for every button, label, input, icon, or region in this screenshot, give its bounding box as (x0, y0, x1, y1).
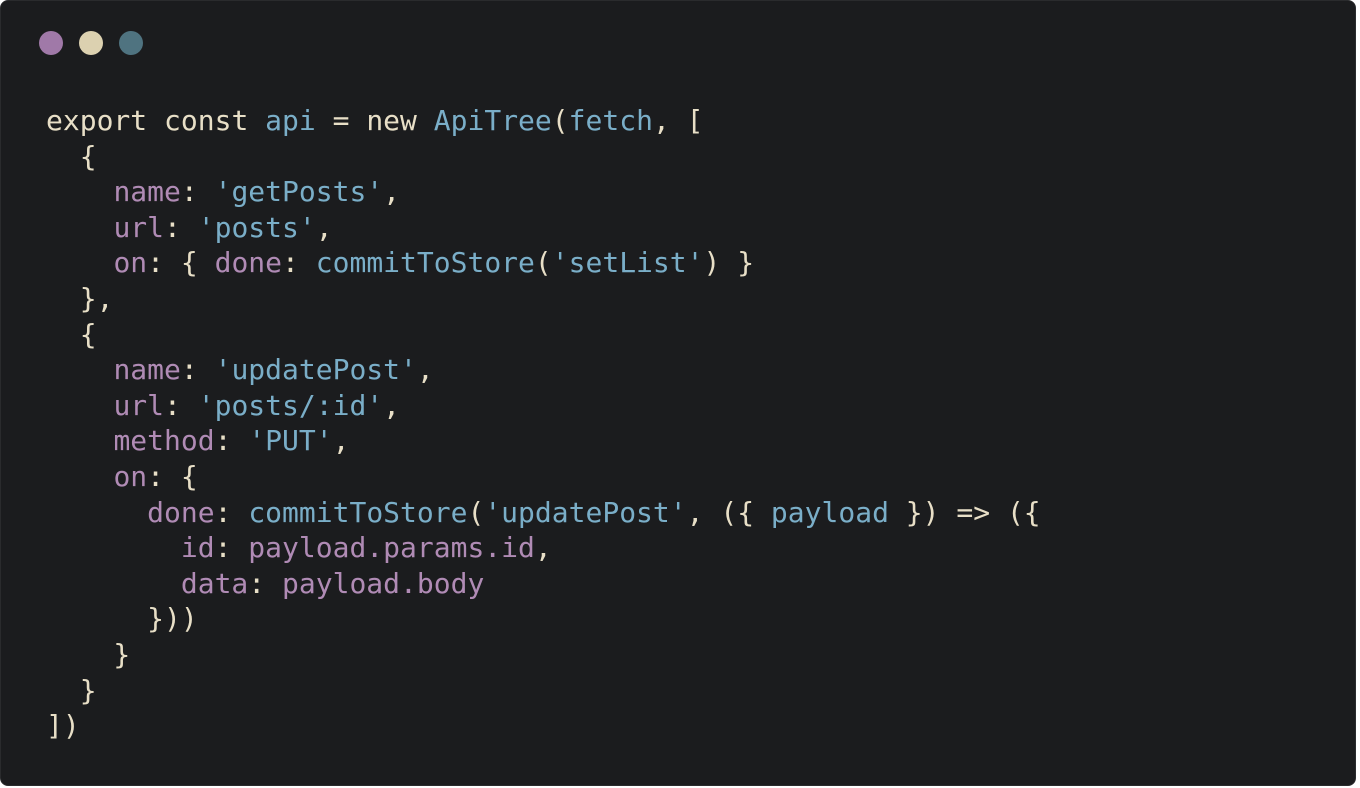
window-controls (39, 31, 143, 55)
code-token: , (416, 353, 434, 387)
code-token: on (113, 246, 148, 280)
code-line: on: { (46, 459, 1041, 495)
code-line: id: payload.params.id, (46, 530, 1041, 566)
code-token: 'updatePost' (214, 353, 417, 387)
code-token: , (315, 210, 333, 244)
code-token: : (214, 531, 249, 565)
code-token: id (180, 531, 215, 565)
code-token: ) } (703, 246, 755, 280)
code-token: fetch (568, 104, 653, 137)
code-token: 'posts' (197, 210, 316, 244)
code-line: }, (46, 281, 1041, 317)
code-token: : (214, 495, 249, 529)
code-token: done (147, 495, 215, 529)
code-token: } (46, 673, 97, 707)
code-token: : (180, 175, 215, 209)
code-token: : (164, 388, 198, 422)
code-token: } (46, 637, 131, 671)
code-line: ]) (46, 708, 1041, 744)
code-line: export const api = new ApiTree(fetch, [ (46, 103, 1041, 139)
code-line: done: commitToStore('updatePost', ({ pay… (46, 495, 1041, 531)
code-token: method (113, 424, 215, 458)
code-token: 'PUT' (248, 424, 333, 458)
code-line: url: 'posts', (46, 210, 1041, 246)
minimize-button[interactable] (79, 31, 103, 55)
code-line: data: payload.body (46, 566, 1041, 602)
code-line: name: 'updatePost', (46, 352, 1041, 388)
code-token: }, (46, 281, 114, 315)
code-token: : (282, 246, 316, 280)
code-token: export (46, 104, 148, 137)
code-token: ( (467, 495, 485, 529)
code-token: payload.params.id (248, 531, 535, 565)
code-token: url (113, 210, 165, 244)
code-token: const (164, 104, 249, 137)
code-token: 'getPosts' (214, 175, 384, 209)
code-token: ( (534, 246, 552, 280)
code-window: export const api = new ApiTree(fetch, [ … (0, 0, 1356, 786)
code-token: api (265, 104, 316, 137)
maximize-button[interactable] (119, 31, 143, 55)
code-token: , (383, 388, 401, 422)
code-token: payload (770, 495, 889, 529)
code-token: 'posts/:id' (197, 388, 384, 422)
code-line: } (46, 637, 1041, 673)
code-token: , ({ (686, 495, 771, 529)
code-token: = (315, 104, 367, 137)
code-token: })) (46, 602, 198, 636)
code-line: { (46, 139, 1041, 175)
code-token: url (113, 388, 165, 422)
code-line: { (46, 317, 1041, 353)
code-token: , (383, 175, 401, 209)
code-token: on (113, 459, 148, 493)
code-token: payload.body (282, 566, 485, 600)
code-token: ( (551, 104, 569, 137)
close-button[interactable] (39, 31, 63, 55)
code-line: })) (46, 601, 1041, 637)
code-token: , (534, 531, 552, 565)
code-token: : (248, 566, 283, 600)
code-line: method: 'PUT', (46, 423, 1041, 459)
code-block: export const api = new ApiTree(fetch, [ … (46, 103, 1041, 744)
code-token: { (46, 317, 97, 351)
code-line: url: 'posts/:id', (46, 388, 1041, 424)
code-token: : (214, 424, 249, 458)
code-token: data (180, 566, 249, 600)
code-line: on: { done: commitToStore('setList') } (46, 245, 1041, 281)
code-token: done (214, 246, 283, 280)
code-token: : { (147, 459, 198, 493)
code-token: name (113, 175, 181, 209)
code-token: : (180, 353, 215, 387)
code-token: , [ (652, 104, 704, 137)
code-token: commitToStore (248, 495, 468, 529)
code-token: ApiTree (433, 104, 552, 137)
code-token: : { (147, 246, 215, 280)
code-line: name: 'getPosts', (46, 174, 1041, 210)
code-token: , (332, 424, 350, 458)
code-token: name (113, 353, 181, 387)
code-token: new (366, 104, 417, 137)
code-line: } (46, 673, 1041, 709)
code-token: : (164, 210, 198, 244)
code-token: 'updatePost' (484, 495, 687, 529)
code-token: 'setList' (551, 246, 704, 280)
code-token: commitToStore (315, 246, 535, 280)
code-token: }) => ({ (888, 495, 1041, 529)
code-token: { (46, 139, 97, 173)
code-token: ]) (46, 709, 80, 743)
